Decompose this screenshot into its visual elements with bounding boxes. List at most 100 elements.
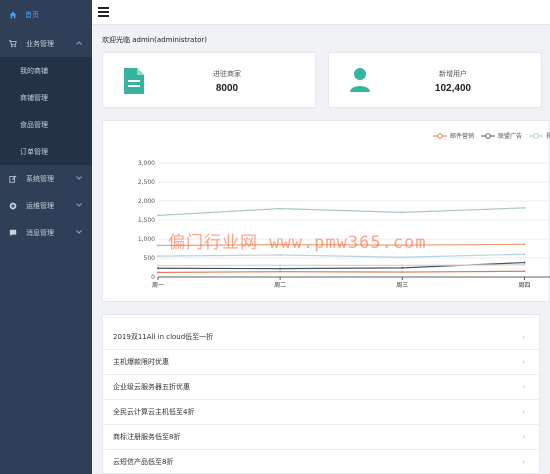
legend-marker: [533, 133, 539, 139]
y-tick-label: 1,500: [138, 217, 155, 224]
sidebar-item-shop-management[interactable]: 商铺管理: [0, 84, 92, 111]
y-tick-label: 3,000: [138, 160, 155, 167]
promo-item[interactable]: 商标注册服务低至8折 ›: [103, 425, 539, 450]
promo-title: 2019双11All in cloud低至一折: [113, 333, 214, 341]
y-tick-label: 2,000: [138, 198, 155, 205]
data-point: [157, 214, 159, 217]
home-icon: [9, 11, 17, 19]
document-icon: [124, 68, 144, 94]
promo-item[interactable]: 全民云计算云主机低至4折 ›: [103, 400, 539, 425]
cart-icon: [9, 39, 17, 47]
sidebar-group-label: 运维管理: [26, 201, 54, 210]
sidebar: 首页 业务管理 我的商铺 商铺管理 食品管理 订单管理 系统管理 运维管理 消息…: [0, 0, 92, 474]
menu-toggle-icon[interactable]: [98, 7, 109, 17]
user-icon: [350, 68, 370, 92]
promo-list: 2019双11All in cloud低至一折 › 主机爆款限时优惠 › 企业级云服务器…: [102, 314, 540, 474]
data-point: [523, 253, 526, 256]
sidebar-group-system[interactable]: 系统管理: [0, 165, 92, 192]
stat-label: 进驻商家: [213, 70, 241, 78]
data-point: [279, 267, 282, 270]
data-point: [157, 255, 159, 258]
data-point: [279, 207, 282, 210]
series-line: [157, 253, 525, 258]
x-tick-label: 周二: [274, 282, 286, 289]
series-line: [157, 264, 525, 267]
sidebar-group-label: 消息管理: [26, 228, 54, 237]
data-point: [401, 271, 404, 274]
data-point: [401, 266, 404, 269]
data-point: [401, 256, 404, 259]
sidebar-item-my-shop[interactable]: 我的商铺: [0, 57, 92, 84]
promo-title: 企业级云服务器五折优惠: [113, 383, 190, 391]
message-icon: [9, 229, 17, 236]
chevron-right-icon: ›: [522, 433, 525, 441]
data-point: [279, 264, 282, 267]
chevron-down-icon: [76, 176, 82, 180]
promo-item[interactable]: 云短信产品低至8折 ›: [103, 450, 539, 474]
y-tick-label: 500: [144, 255, 156, 262]
legend-marker: [437, 133, 443, 139]
edit-icon: [9, 174, 17, 183]
promo-item[interactable]: 企业级云服务器五折优惠 ›: [103, 375, 539, 400]
data-point: [523, 270, 526, 273]
series-line: [157, 207, 525, 217]
x-tick-label: 周三: [396, 282, 408, 289]
data-point: [523, 206, 526, 209]
legend-label: 联盟广告: [498, 132, 522, 140]
sidebar-group-label: 业务管理: [26, 39, 54, 48]
sidebar-item-food-management[interactable]: 食品管理: [0, 111, 92, 138]
sidebar-item-label: 首页: [25, 11, 39, 19]
stat-label: 新增用户: [439, 70, 467, 78]
chevron-right-icon: ›: [522, 333, 525, 341]
chevron-up-icon: [76, 41, 82, 45]
sidebar-group-operations[interactable]: 运维管理: [0, 192, 92, 219]
data-point: [279, 253, 282, 256]
y-tick-label: 0: [151, 274, 155, 281]
series-line: [157, 270, 525, 274]
sidebar-group-business[interactable]: 业务管理: [0, 30, 92, 57]
stat-value: 8000: [215, 83, 239, 94]
promo-item[interactable]: 主机爆款限时优惠 ›: [103, 350, 539, 375]
stat-card-new-users: 新增用户 102,400: [328, 52, 542, 108]
data-point: [401, 211, 404, 214]
data-point: [279, 270, 282, 273]
y-tick-label: 2,500: [138, 179, 155, 186]
data-point: [523, 243, 526, 246]
watermark: 偏门行业网 www.pmw365.com: [168, 233, 427, 253]
legend-marker: [485, 133, 491, 139]
data-point: [157, 264, 159, 267]
legend-label: 邮件营销: [450, 132, 474, 140]
chevron-right-icon: ›: [522, 408, 525, 416]
line-chart-card: 0 500 1,000 1,500 2,000 2,500 3,000 周一 周二 周三 周四 邮件营…: [102, 120, 550, 302]
sidebar-group-label: 系统管理: [26, 174, 54, 183]
y-tick-label: 1,000: [138, 236, 155, 243]
x-tick-label: 周一: [152, 282, 164, 289]
promo-item[interactable]: 2019双11All in cloud低至一折 ›: [103, 325, 539, 350]
chevron-down-icon: [76, 203, 82, 207]
chevron-right-icon: ›: [522, 383, 525, 391]
sidebar-group-messages[interactable]: 消息管理: [0, 219, 92, 246]
data-point: [157, 267, 159, 270]
promo-title: 商标注册服务低至8折: [113, 433, 181, 441]
promo-title: 全民云计算云主机低至4折: [113, 408, 195, 416]
data-point: [401, 264, 404, 267]
stat-card-merchants: 进驻商家 8000: [102, 52, 316, 108]
chevron-down-icon: [76, 230, 82, 234]
line-chart: 0 500 1,000 1,500 2,000 2,500 3,000 周一 周二 周三 周四 邮件营…: [138, 132, 550, 289]
promo-title: 云短信产品低至8折: [113, 458, 174, 466]
chevron-right-icon: ›: [522, 358, 525, 366]
top-bar: [92, 0, 550, 25]
welcome-text: 欢迎光临 admin(administrator): [102, 36, 207, 44]
stat-value: 102,400: [434, 83, 472, 94]
data-point: [523, 263, 526, 266]
promo-title: 主机爆款限时优惠: [113, 358, 169, 366]
chevron-right-icon: ›: [522, 458, 525, 466]
sidebar-submenu: 我的商铺 商铺管理 食品管理 订单管理: [0, 57, 92, 165]
legend-label: 视频: [546, 132, 550, 140]
sidebar-item-home[interactable]: 首页: [0, 0, 92, 30]
data-point: [523, 261, 526, 264]
x-tick-label: 周四: [518, 282, 530, 289]
sidebar-item-order-management[interactable]: 订单管理: [0, 138, 92, 165]
plus-circle-icon: [9, 202, 17, 209]
data-point: [157, 271, 159, 274]
